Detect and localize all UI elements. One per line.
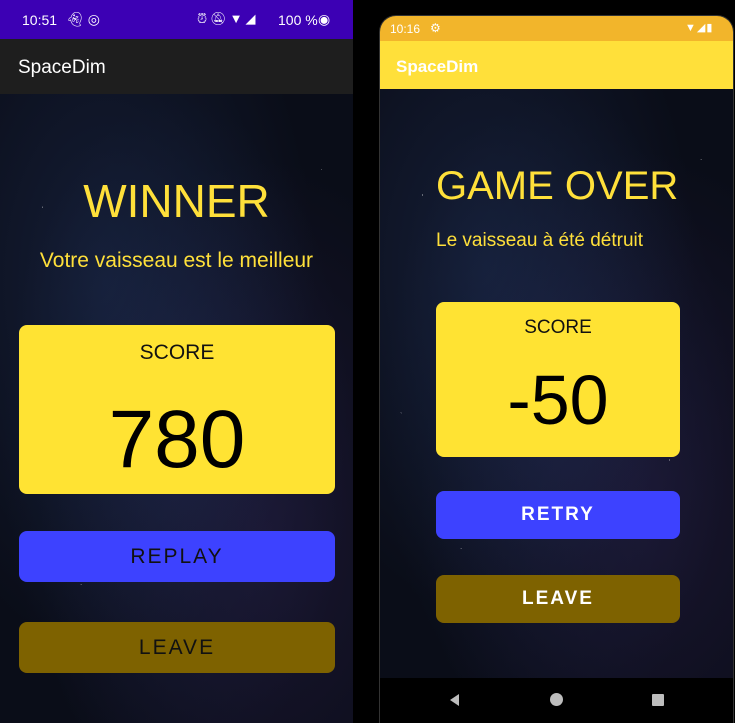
result-message: Votre vaisseau est le meilleur	[39, 249, 314, 272]
back-icon[interactable]	[450, 694, 459, 706]
home-icon[interactable]	[550, 693, 563, 706]
wifi-icon: ▼	[685, 22, 697, 34]
leave-button[interactable]: LEAVE	[19, 622, 335, 673]
game-result-content: WINNER Votre vaisseau est le meilleur SC…	[0, 94, 353, 723]
battery-icon: ◉	[318, 11, 331, 27]
result-headline: WINNER	[83, 175, 270, 227]
mute-icon: 🔕︎	[210, 11, 230, 26]
signal-icon: ◢	[245, 11, 259, 26]
score-label: SCORE	[524, 317, 592, 338]
score-value: -50	[507, 361, 609, 439]
app-title: SpaceDim	[18, 57, 106, 78]
score-label: SCORE	[139, 341, 215, 364]
app-title: SpaceDim	[396, 57, 479, 76]
system-icons: ▼◢▮	[685, 21, 713, 34]
vpn-icon: ◎	[87, 11, 104, 27]
status-bar: 10:51 👻︎◎ ⏰︎🔕︎▼◢ 100 % ◉	[0, 0, 353, 39]
result-message: Le vaisseau à été détruit	[436, 230, 644, 251]
replay-button[interactable]: REPLAY	[19, 531, 335, 582]
recent-apps-icon[interactable]	[652, 694, 664, 706]
battery-percent: 100 %	[278, 12, 318, 28]
status-time: 10:51	[22, 12, 58, 28]
alarm-icon: ⏰︎	[197, 11, 211, 26]
leave-button[interactable]: LEAVE	[436, 575, 680, 623]
app-bar: SpaceDim	[380, 41, 733, 89]
navigation-bar	[380, 678, 733, 723]
app-bar: SpaceDim	[0, 39, 353, 94]
winner-screen: 10:51 👻︎◎ ⏰︎🔕︎▼◢ 100 % ◉ SpaceDim WINNER…	[0, 0, 353, 723]
system-icons: ⏰︎🔕︎▼◢	[197, 11, 259, 27]
retry-button[interactable]: RETRY	[436, 491, 680, 539]
score-card: SCORE 780	[19, 325, 335, 494]
gear-icon: ⚙︎	[430, 21, 441, 35]
signal-icon: ◢	[696, 22, 707, 34]
score-card: SCORE -50	[436, 302, 680, 457]
result-headline: GAME OVER	[436, 164, 679, 208]
game-result-content: GAME OVER Le vaisseau à été détruit SCOR…	[380, 89, 733, 678]
wifi-icon: ▼	[229, 11, 246, 26]
ghost-icon: 👻︎	[66, 11, 88, 27]
status-bar: 10:16 ⚙︎ ▼◢▮	[380, 16, 733, 41]
notification-icons: 👻︎◎	[66, 11, 104, 28]
battery-icon: ▮	[706, 22, 714, 34]
score-value: 780	[108, 394, 246, 485]
status-time: 10:16	[390, 22, 421, 36]
game-over-screen: 10:16 ⚙︎ ▼◢▮ SpaceDim GAME OVER Le vaiss…	[380, 16, 733, 723]
